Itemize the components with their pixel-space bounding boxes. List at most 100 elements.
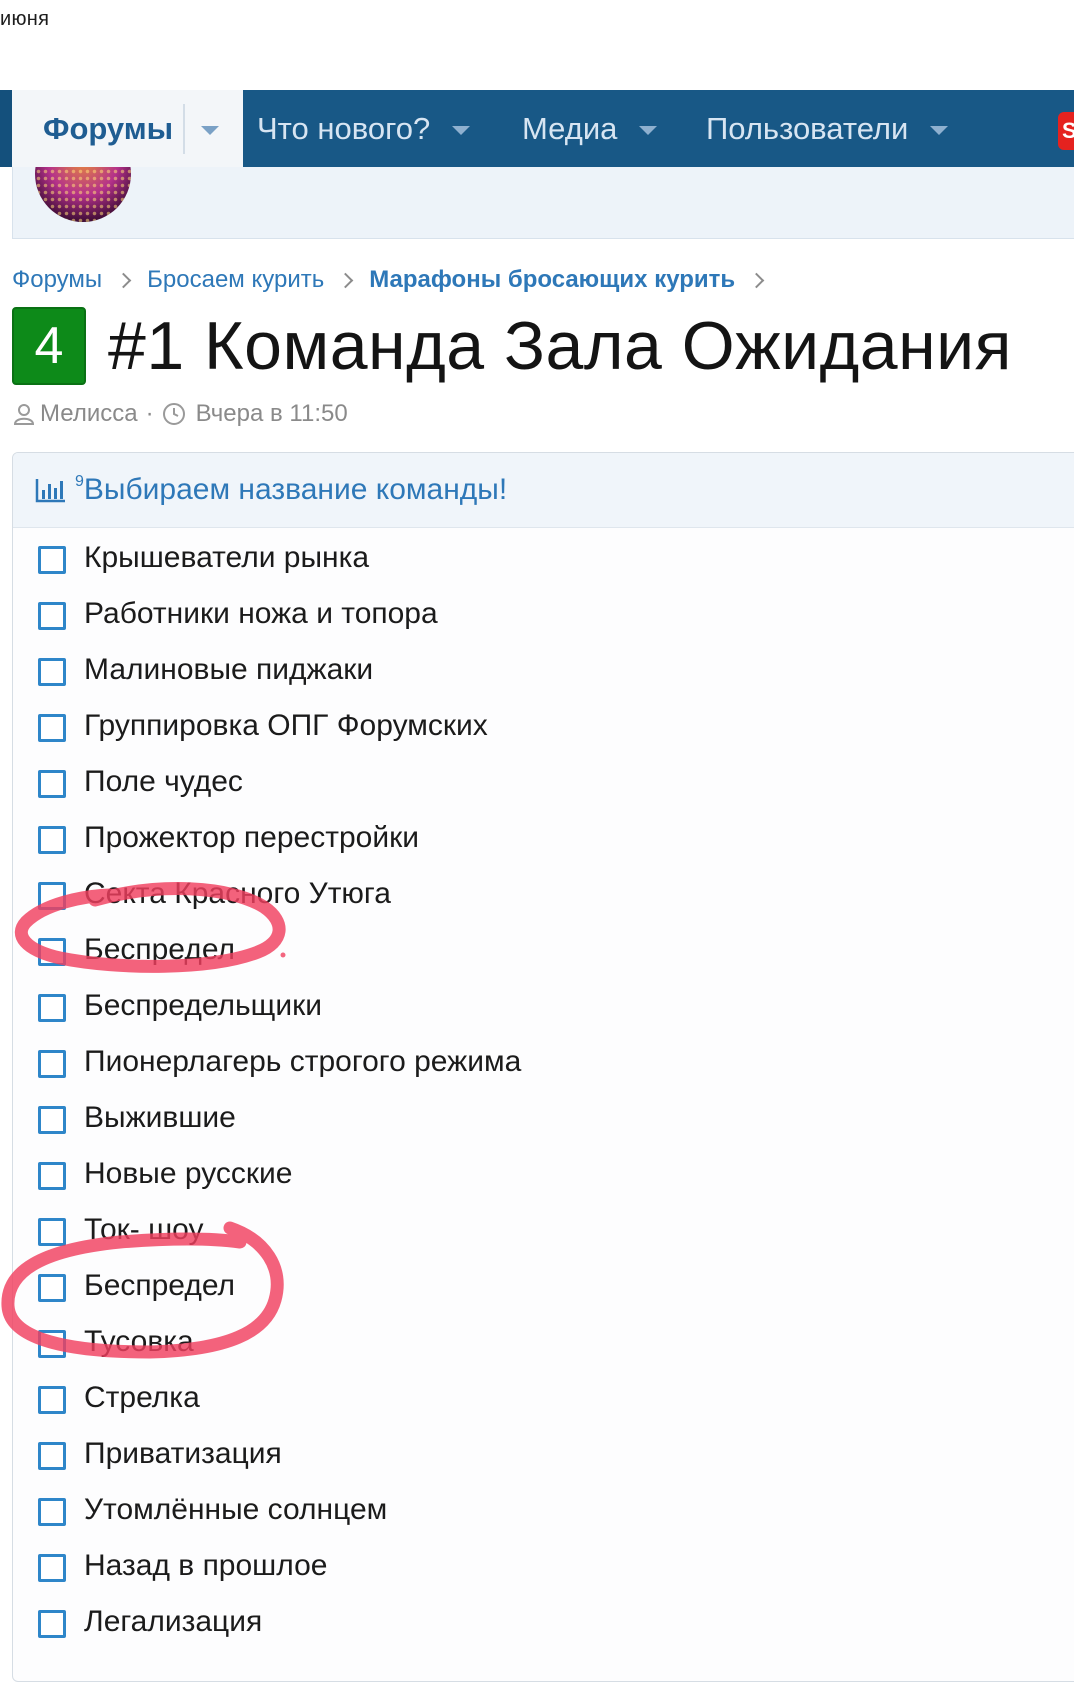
nav-tab-whats-new-label: Что нового? [257, 110, 431, 146]
poll-title: 9Выбираем название команды! [75, 473, 507, 507]
poll-vote-count: 9 [75, 473, 84, 490]
poll-option-label: Назад в прошлое [84, 1549, 328, 1582]
nav-notification-badge[interactable]: S [1058, 112, 1074, 150]
poll-option-checkbox[interactable] [38, 658, 66, 686]
user-icon [13, 404, 35, 425]
poll-option-checkbox[interactable] [38, 1274, 66, 1302]
poll-option-checkbox[interactable] [38, 1386, 66, 1414]
chevron-down-icon[interactable] [930, 125, 949, 135]
poll-option[interactable]: Приватизация [13, 1427, 1074, 1483]
poll-option[interactable]: Назад в прошлое [13, 1539, 1074, 1595]
poll-option-checkbox[interactable] [38, 1498, 66, 1526]
chevron-down-icon[interactable] [201, 125, 220, 135]
poll-option-checkbox[interactable] [38, 938, 66, 966]
nav-tab-media[interactable]: Медиа [508, 90, 658, 167]
bar-chart-icon [35, 479, 65, 503]
poll-option-label: Тусовка [84, 1325, 194, 1358]
chevron-right-icon [748, 272, 765, 288]
breadcrumb-item-forums[interactable]: Форумы [12, 266, 102, 294]
poll-option[interactable]: Тусовка [13, 1315, 1074, 1371]
chevron-right-icon [115, 272, 132, 288]
thread-meta: Мелисса · Вчера в 11:50 [12, 400, 348, 428]
breadcrumb-item-marathons[interactable]: Марафоны бросающих курить [369, 266, 735, 294]
poll-option-label: Легализация [84, 1605, 263, 1638]
poll-option-label: Утомлённые солнцем [84, 1493, 388, 1526]
poll-option-label: Секта Красного Утюга [84, 877, 391, 910]
clock-icon [162, 403, 185, 425]
poll-option-label: Прожектор перестройки [84, 821, 419, 854]
poll-option-checkbox[interactable] [38, 1162, 66, 1190]
poll-title-text: Выбираем название команды! [83, 473, 508, 506]
nav-tab-forums-label: Форумы [43, 110, 174, 146]
poll-option[interactable]: Стрелка [13, 1371, 1074, 1427]
chevron-right-icon [337, 272, 354, 288]
poll-option-checkbox[interactable] [38, 1218, 66, 1246]
poll-option-label: Выжившие [84, 1101, 236, 1134]
poll-option-checkbox[interactable] [38, 1610, 66, 1638]
poll-option-checkbox[interactable] [38, 994, 66, 1022]
poll-option-label: Приватизация [84, 1437, 282, 1470]
poll-option[interactable]: Прожектор перестройки [13, 811, 1074, 867]
thread-title-row: 4 #1 Команда Зала Ожидания [12, 306, 1012, 386]
poll-option-label: Малиновые пиджаки [84, 653, 374, 686]
nav-divider [183, 103, 186, 154]
poll-option-label: Беспредельщики [84, 989, 322, 1022]
user-profile-bar [12, 167, 1074, 239]
poll-option[interactable]: Ток- шоу [13, 1203, 1074, 1259]
poll-option[interactable]: Работники ножа и топора [13, 587, 1074, 643]
poll-option[interactable]: Крышеватели рынка [13, 531, 1074, 587]
breadcrumb: Форумы Бросаем курить Марафоны бросающих… [12, 262, 780, 298]
main-navbar: Форумы Что нового? Медиа Пользователи S [0, 90, 1074, 167]
poll-option-label: Поле чудес [84, 765, 243, 798]
chevron-down-icon[interactable] [639, 125, 658, 135]
poll-option-checkbox[interactable] [38, 770, 66, 798]
poll-option[interactable]: Беспредел [13, 923, 1074, 979]
chevron-down-icon[interactable] [452, 125, 471, 135]
poll-option[interactable]: Малиновые пиджаки [13, 643, 1074, 699]
poll-option-checkbox[interactable] [38, 826, 66, 854]
breadcrumb-item-quit-smoking[interactable]: Бросаем курить [147, 266, 324, 294]
poll-option-label: Пионерлагерь строгого режима [84, 1045, 522, 1078]
nav-tab-forums[interactable]: Форумы [12, 90, 243, 167]
poll-option[interactable]: Выжившие [13, 1091, 1074, 1147]
poll-option-checkbox[interactable] [38, 546, 66, 574]
poll-option-label: Работники ножа и топора [84, 597, 438, 630]
poll-option[interactable]: Беспредельщики [13, 979, 1074, 1035]
poll-option-label: Беспредел [84, 1269, 236, 1302]
nav-edge [0, 90, 12, 167]
poll-option-checkbox[interactable] [38, 602, 66, 630]
poll-option-label: Новые русские [84, 1157, 293, 1190]
poll-option[interactable]: Группировка ОПГ Форумских [13, 699, 1074, 755]
poll-option-label: Крышеватели рынка [84, 541, 370, 574]
poll-option-checkbox[interactable] [38, 882, 66, 910]
poll-option-checkbox[interactable] [38, 1050, 66, 1078]
poll-option[interactable]: Легализация [13, 1595, 1074, 1651]
poll-option-checkbox[interactable] [38, 1106, 66, 1134]
poll-header: 9Выбираем название команды! [13, 453, 1074, 528]
poll-option[interactable]: Утомлённые солнцем [13, 1483, 1074, 1539]
reply-count-badge: 4 [12, 307, 86, 385]
nav-tab-members[interactable]: Пользователи [692, 90, 949, 167]
meta-separator: · [145, 400, 154, 427]
nav-tab-members-label: Пользователи [706, 110, 909, 146]
nav-tab-media-label: Медиа [522, 110, 618, 146]
poll-option-label: Группировка ОПГ Форумских [84, 709, 488, 742]
poll-option-checkbox[interactable] [38, 1554, 66, 1582]
status-date: июня [0, 8, 50, 30]
poll-option-checkbox[interactable] [38, 1442, 66, 1470]
thread-author[interactable]: Мелисса [40, 400, 138, 428]
poll-option[interactable]: Пионерлагерь строгого режима [13, 1035, 1074, 1091]
page-title: #1 Команда Зала Ожидания [108, 308, 1012, 384]
poll-option[interactable]: Новые русские [13, 1147, 1074, 1203]
poll-option-label: Беспредел [84, 933, 236, 966]
poll-option-label: Стрелка [84, 1381, 200, 1414]
poll-option-checkbox[interactable] [38, 1330, 66, 1358]
poll-option[interactable]: Поле чудес [13, 755, 1074, 811]
nav-tab-whats-new[interactable]: Что нового? [243, 90, 471, 167]
poll-option[interactable]: Секта Красного Утюга [13, 867, 1074, 923]
poll-option-checkbox[interactable] [38, 714, 66, 742]
poll-option-label: Ток- шоу [84, 1213, 204, 1246]
poll-option[interactable]: Беспредел [13, 1259, 1074, 1315]
thread-time[interactable]: Вчера в 11:50 [196, 400, 348, 428]
poll-block: 9Выбираем название команды! Крышеватели … [12, 452, 1074, 1682]
